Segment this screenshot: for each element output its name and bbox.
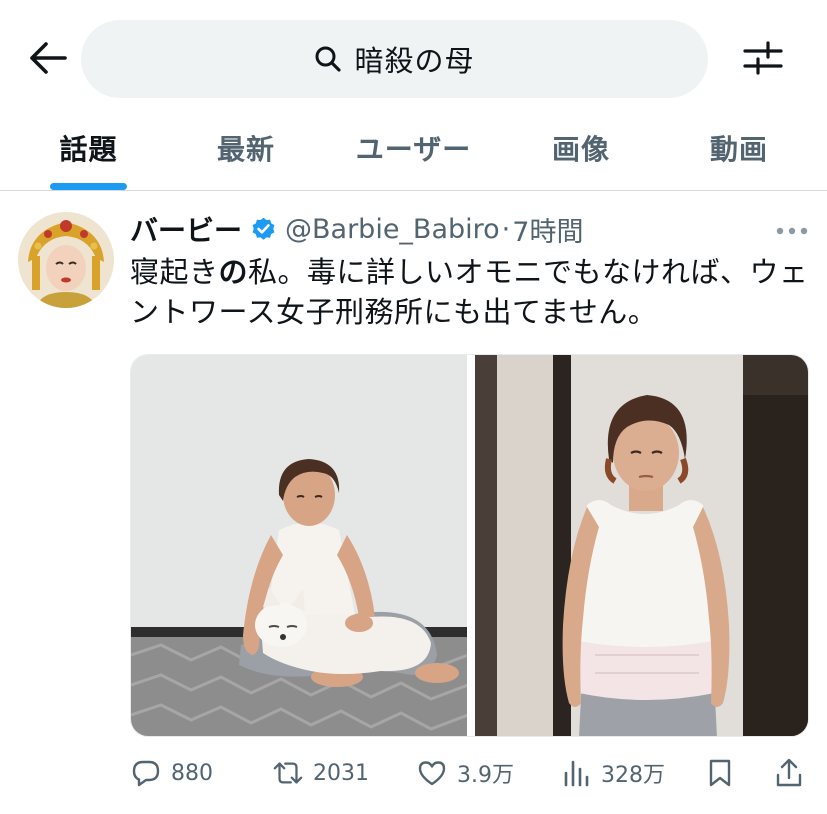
share-icon <box>773 757 805 789</box>
tweet-media <box>130 354 809 737</box>
tab-top[interactable]: 話題 <box>20 116 157 190</box>
tab-people[interactable]: ユーザー <box>335 116 492 190</box>
back-button[interactable] <box>26 38 70 82</box>
tab-label: 最新 <box>216 133 275 166</box>
tab-label: 動画 <box>709 133 768 166</box>
more-options-button[interactable] <box>773 216 811 244</box>
retweet-count: 2031 <box>313 760 369 786</box>
search-input[interactable]: 暗殺の母 <box>81 20 708 98</box>
active-tab-indicator <box>50 183 127 190</box>
bookmark-icon <box>704 757 736 789</box>
search-icon <box>314 45 342 73</box>
views-count: 328万 <box>601 763 665 788</box>
reply-count: 880 <box>171 760 213 786</box>
views-icon <box>560 757 592 789</box>
tweet-text-bold: の <box>218 255 249 289</box>
separator-dot: · <box>501 213 511 245</box>
reply-button[interactable]: 880 <box>130 752 213 794</box>
more-horizontal-icon <box>775 221 809 240</box>
sliders-icon <box>743 40 783 80</box>
search-settings-button[interactable] <box>740 38 786 82</box>
display-name[interactable]: バービー <box>130 209 242 249</box>
tweet-photo-2[interactable] <box>475 355 808 736</box>
like-count: 3.9万 <box>457 763 514 788</box>
search-query: 暗殺の母 <box>354 44 475 78</box>
tweet-text-part: 寝起き <box>130 255 219 289</box>
tweet-timestamp[interactable]: 7時間 <box>512 210 583 249</box>
tab-label: 話題 <box>59 133 118 166</box>
retweet-button[interactable]: 2031 <box>272 752 369 794</box>
user-handle[interactable]: @Barbie_Babiro <box>285 214 500 245</box>
search-tabs: 話題 最新 ユーザー 画像 動画 <box>0 116 827 191</box>
reply-icon <box>130 757 162 789</box>
verified-badge-icon <box>250 216 277 243</box>
avatar[interactable] <box>18 212 114 308</box>
tab-label: ユーザー <box>355 133 472 166</box>
arrow-left-icon <box>28 41 68 79</box>
tab-videos[interactable]: 動画 <box>673 116 805 190</box>
views-button[interactable]: 328万 <box>560 752 665 794</box>
retweet-icon <box>272 757 304 789</box>
heart-icon <box>416 757 448 789</box>
tab-label: 画像 <box>551 133 610 166</box>
like-button[interactable]: 3.9万 <box>416 752 514 794</box>
tab-media[interactable]: 画像 <box>515 116 647 190</box>
tweet-actions: 880 2031 3.9万 328万 <box>130 752 810 794</box>
tweet-photo-1[interactable] <box>131 355 467 736</box>
share-button[interactable] <box>773 752 805 794</box>
tweet-header: バービー @Barbie_Babiro · 7時間 <box>130 207 583 251</box>
bookmark-button[interactable] <box>704 752 736 794</box>
tweet-text: 寝起きの私。毒に詳しいオモニでもなければ、ウェントワース女子刑務所にも出てません… <box>130 252 810 332</box>
tab-latest[interactable]: 最新 <box>180 116 312 190</box>
top-bar: 暗殺の母 <box>0 0 827 116</box>
